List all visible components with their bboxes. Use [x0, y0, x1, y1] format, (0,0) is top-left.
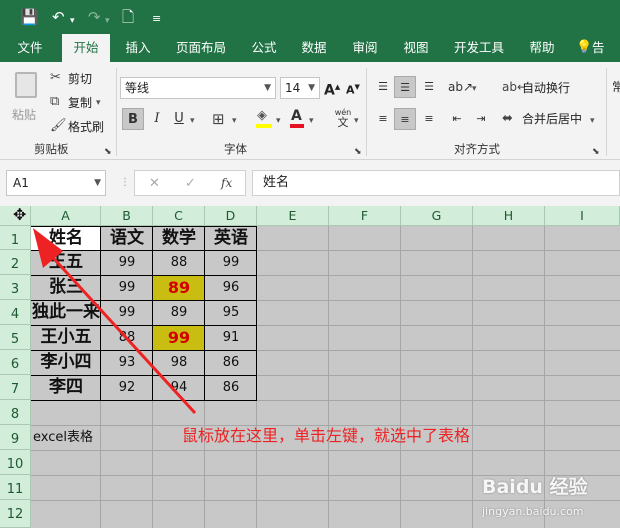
- increase-indent-icon[interactable]: ⇥: [470, 108, 492, 130]
- group-alignment-label: 对齐方式: [454, 142, 500, 156]
- ribbon-divider: [116, 68, 117, 156]
- align-bottom-icon[interactable]: ☰: [418, 76, 440, 98]
- font-size-select[interactable]: 14 ▼: [280, 77, 320, 99]
- formula-input[interactable]: 姓名: [252, 170, 620, 196]
- borders-dropdown-icon[interactable]: ▾: [232, 113, 237, 129]
- tab-help[interactable]: 帮助: [522, 34, 562, 62]
- font-color-a-icon: A: [291, 108, 302, 124]
- font-name-value: 等线: [125, 81, 150, 95]
- orientation-icon[interactable]: ab↗: [448, 76, 473, 98]
- underline-button[interactable]: U: [168, 108, 190, 130]
- borders-icon[interactable]: ⊞: [212, 111, 225, 127]
- annotation-text: 鼠标放在这里，单击左键，就选中了表格: [182, 426, 471, 445]
- cut-button[interactable]: 剪切: [68, 71, 92, 87]
- copy-dropdown-icon[interactable]: ▾: [96, 95, 101, 111]
- fill-color-button[interactable]: ◈: [254, 108, 276, 130]
- tab-insert[interactable]: 插入: [118, 34, 158, 62]
- phonetic-char: 文: [337, 116, 349, 129]
- group-clipboard-label: 剪贴板: [34, 142, 69, 156]
- lightbulb-icon[interactable]: 💡: [576, 34, 592, 62]
- tab-tell-me[interactable]: 告: [592, 34, 620, 62]
- chevron-down-icon: ▼: [94, 178, 101, 188]
- customize-qat-icon[interactable]: ≡: [152, 10, 161, 28]
- formula-buttons: ✕ ✓ fx: [134, 170, 246, 196]
- bold-button[interactable]: B: [122, 108, 144, 130]
- font-color-button[interactable]: A: [288, 108, 308, 130]
- ribbon-home: 粘贴 ✂ 剪切 ⧉ 复制 ▾ 🖌 格式刷 剪贴板 ⬊ 等线 ▼ 14 ▼ A▲ …: [0, 62, 620, 160]
- paint-bucket-icon: ◈: [257, 108, 267, 123]
- copy-button[interactable]: 复制: [68, 95, 92, 111]
- copy-icon: ⧉: [50, 94, 60, 109]
- more-options-icon: ⋮: [120, 177, 130, 188]
- tab-review[interactable]: 审阅: [345, 34, 385, 62]
- redo-dropdown-icon[interactable]: ▾: [105, 12, 110, 30]
- alignment-launcher-icon[interactable]: ⬊: [592, 144, 600, 160]
- paste-label: 粘贴: [12, 108, 37, 122]
- ribbon-tabs: 文件 开始 插入 页面布局 公式 数据 审阅 视图 开发工具 帮助 💡 告: [0, 34, 620, 62]
- orientation-dropdown-icon[interactable]: ▾: [472, 81, 477, 97]
- decrease-indent-icon[interactable]: ⇤: [446, 108, 468, 130]
- name-box-value: A1: [13, 176, 29, 190]
- tab-developer[interactable]: 开发工具: [446, 34, 512, 62]
- worksheet[interactable]: ✥ A B C D E F G H I 1 2 3 4 5 6 7 8 9 10…: [0, 206, 620, 528]
- redo-icon[interactable]: ↷: [88, 8, 101, 26]
- group-font-label: 字体: [224, 142, 247, 156]
- watermark-url: jingyan.baidu.com: [482, 505, 584, 518]
- align-middle-icon[interactable]: ☰: [394, 76, 416, 98]
- italic-button[interactable]: I: [146, 108, 168, 130]
- font-color-swatch: [290, 124, 304, 128]
- merge-dropdown-icon[interactable]: ▾: [590, 113, 595, 129]
- cancel-icon[interactable]: ✕: [149, 176, 160, 192]
- phonetic-button[interactable]: wén 文: [332, 108, 354, 130]
- watermark-brand: Baidu 经验: [482, 476, 588, 498]
- quick-access-toolbar: 💾 ↶ ▾ ↷ ▾ 🗋 ≡: [0, 0, 620, 34]
- tab-view[interactable]: 视图: [396, 34, 436, 62]
- font-color-dropdown-icon[interactable]: ▾: [309, 113, 314, 129]
- align-center-icon[interactable]: ≡: [394, 108, 416, 130]
- decrease-font-icon[interactable]: A▼: [346, 79, 360, 99]
- baidu-watermark: Baidu 经验 jingyan.baidu.com: [482, 472, 618, 524]
- format-painter-button[interactable]: 格式刷: [68, 119, 104, 135]
- formula-bar-area: A1 ▼ ⋮ ✕ ✓ fx 姓名: [0, 160, 620, 206]
- name-box[interactable]: A1 ▼: [6, 170, 106, 196]
- print-preview-icon[interactable]: 🗋: [122, 8, 134, 26]
- merge-center-button[interactable]: 合并后居中: [522, 111, 582, 127]
- chevron-down-icon: ▼: [308, 83, 315, 93]
- tab-page-layout[interactable]: 页面布局: [168, 34, 234, 62]
- merge-center-icon: ⬌: [502, 111, 513, 126]
- align-left-icon[interactable]: ≡: [372, 108, 394, 130]
- fill-color-dropdown-icon[interactable]: ▾: [276, 113, 281, 129]
- fill-color-swatch: [256, 124, 272, 128]
- arrow-shaft: [44, 248, 197, 415]
- wrap-text-button[interactable]: 自动换行: [522, 80, 570, 96]
- insert-function-icon[interactable]: fx: [221, 175, 232, 191]
- align-top-icon[interactable]: ☰: [372, 76, 394, 98]
- undo-icon[interactable]: ↶: [52, 8, 65, 26]
- align-right-icon[interactable]: ≡: [418, 108, 440, 130]
- tab-file[interactable]: 文件: [8, 34, 52, 62]
- clipboard-icon: [15, 72, 37, 98]
- number-format-partial[interactable]: 常: [612, 79, 620, 95]
- increase-font-icon[interactable]: A▲: [324, 79, 340, 99]
- excel-window: 💾 ↶ ▾ ↷ ▾ 🗋 ≡ 文件 开始 插入 页面布局 公式 数据 审阅 视图 …: [0, 0, 620, 528]
- ribbon-divider: [606, 68, 607, 156]
- underline-dropdown-icon[interactable]: ▾: [190, 113, 195, 129]
- paste-button[interactable]: 粘贴: [10, 68, 42, 128]
- save-icon[interactable]: 💾: [20, 8, 39, 26]
- ribbon-divider: [366, 68, 367, 156]
- chevron-down-icon: ▼: [264, 83, 271, 93]
- tab-data[interactable]: 数据: [294, 34, 334, 62]
- tab-formulas[interactable]: 公式: [244, 34, 284, 62]
- clipboard-launcher-icon[interactable]: ⬊: [104, 144, 112, 160]
- tab-home[interactable]: 开始: [62, 34, 110, 62]
- brush-icon: 🖌: [50, 118, 67, 133]
- enter-icon[interactable]: ✓: [185, 176, 196, 192]
- font-size-value: 14: [285, 81, 301, 95]
- undo-dropdown-icon[interactable]: ▾: [70, 12, 75, 30]
- font-name-select[interactable]: 等线 ▼: [120, 77, 276, 99]
- scissors-icon: ✂: [50, 70, 61, 85]
- font-launcher-icon[interactable]: ⬊: [354, 144, 362, 160]
- phonetic-dropdown-icon[interactable]: ▾: [354, 113, 359, 129]
